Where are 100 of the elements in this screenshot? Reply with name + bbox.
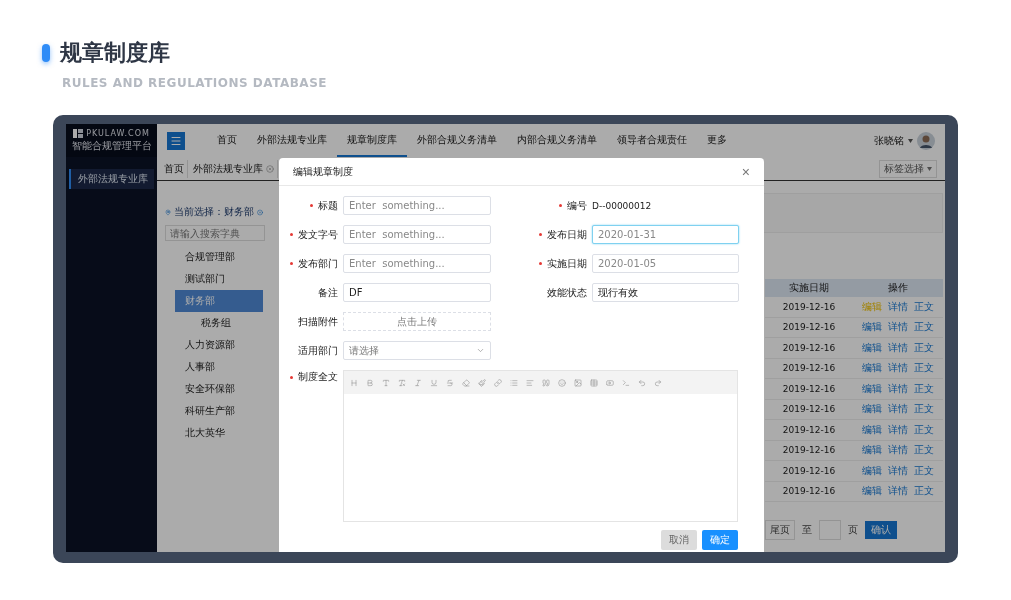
- clear-format-icon[interactable]: [398, 378, 406, 387]
- action-link[interactable]: 详情: [888, 340, 908, 355]
- ok-button[interactable]: 确定: [702, 530, 738, 550]
- action-link[interactable]: 编辑: [862, 422, 882, 437]
- action-link[interactable]: 正文: [914, 299, 934, 314]
- action-link[interactable]: 详情: [888, 361, 908, 376]
- list-icon[interactable]: [510, 378, 518, 387]
- input-field[interactable]: 2020-01-05: [592, 254, 739, 273]
- action-link[interactable]: 详情: [888, 443, 908, 458]
- input-field[interactable]: Enter something...: [343, 196, 491, 215]
- nav-tab[interactable]: 外部法规专业库: [247, 124, 337, 157]
- nav-tab[interactable]: 首页: [207, 124, 247, 157]
- close-button[interactable]: ×: [741, 163, 750, 180]
- action-link[interactable]: 详情: [888, 422, 908, 437]
- page-tab[interactable]: 首页: [161, 159, 188, 178]
- underline-icon[interactable]: [430, 378, 438, 387]
- action-link[interactable]: 详情: [888, 484, 908, 499]
- action-link[interactable]: 编辑: [862, 402, 882, 417]
- tree-item[interactable]: 财务部: [175, 290, 263, 312]
- pager-label: 页: [848, 523, 858, 537]
- field-label: 发文字号: [279, 227, 338, 242]
- action-link[interactable]: 正文: [914, 402, 934, 417]
- action-link[interactable]: 编辑: [862, 484, 882, 499]
- close-icon[interactable]: [266, 164, 274, 173]
- action-link[interactable]: 正文: [914, 484, 934, 499]
- column-header: 实施日期: [789, 281, 829, 295]
- action-link[interactable]: 编辑: [862, 381, 882, 396]
- image-icon[interactable]: [574, 378, 582, 387]
- emoji-icon[interactable]: [558, 378, 566, 387]
- input-field[interactable]: Enter something...: [343, 225, 491, 244]
- action-link[interactable]: 编辑: [862, 320, 882, 335]
- tree-item[interactable]: 人事部: [175, 356, 263, 378]
- action-link[interactable]: 正文: [914, 443, 934, 458]
- align-icon[interactable]: [526, 378, 534, 387]
- rich-text-editor[interactable]: [343, 370, 738, 522]
- eraser-icon[interactable]: [462, 378, 470, 387]
- action-link[interactable]: 正文: [914, 463, 934, 478]
- tree-item[interactable]: 安全环保部: [175, 378, 263, 400]
- page-title: 规章制度库: [60, 39, 170, 67]
- avatar[interactable]: [917, 131, 935, 150]
- text-size-icon[interactable]: [382, 378, 390, 387]
- heading-icon[interactable]: [350, 378, 358, 387]
- table-icon[interactable]: [590, 378, 598, 387]
- tree-item[interactable]: 科研生产部: [175, 400, 263, 422]
- action-link[interactable]: 详情: [888, 299, 908, 314]
- user-menu[interactable]: 张晓铭: [874, 133, 904, 148]
- search-field[interactable]: 请输入搜索字典: [165, 225, 265, 241]
- clear-icon[interactable]: [257, 207, 263, 217]
- brush-icon[interactable]: [478, 378, 486, 387]
- tag-select[interactable]: 标签选择: [879, 159, 937, 178]
- page-tab[interactable]: 外部法规专业库: [190, 159, 278, 178]
- table-cell: 2019-12-16: [782, 486, 836, 497]
- menu-icon: [170, 134, 182, 147]
- nav-tab[interactable]: 外部合规义务清单: [407, 124, 507, 157]
- link-icon[interactable]: [494, 378, 502, 387]
- action-link[interactable]: 编辑: [862, 361, 882, 376]
- action-link[interactable]: 详情: [888, 463, 908, 478]
- action-link[interactable]: 详情: [888, 402, 908, 417]
- nav-tab[interactable]: 更多: [697, 124, 737, 157]
- tree-item[interactable]: 人力资源部: [175, 334, 263, 356]
- action-link[interactable]: 正文: [914, 422, 934, 437]
- action-link[interactable]: 正文: [914, 361, 934, 376]
- current-selection: 当前选择：财务部: [174, 205, 254, 219]
- pager-label: 至: [802, 523, 812, 537]
- undo-icon[interactable]: [638, 378, 646, 387]
- field-label: 效能状态: [546, 285, 587, 300]
- modal-title: 编辑规章制度: [293, 164, 353, 179]
- quote-icon[interactable]: [542, 378, 550, 387]
- tree-item[interactable]: 测试部门: [175, 268, 263, 290]
- redo-icon[interactable]: [654, 378, 662, 387]
- menu-button[interactable]: [167, 131, 185, 150]
- table-cell: 2019-12-16: [782, 445, 836, 456]
- sidebar-item[interactable]: 外部法规专业库: [69, 169, 154, 189]
- action-link[interactable]: 编辑: [862, 463, 882, 478]
- last-page-button[interactable]: 尾页: [765, 520, 795, 540]
- video-icon[interactable]: [606, 378, 614, 387]
- tree-item[interactable]: 税务组: [175, 312, 263, 334]
- italic-icon[interactable]: [414, 378, 422, 387]
- tree-item[interactable]: 合规管理部: [175, 246, 263, 268]
- input-field[interactable]: Enter something...: [343, 254, 491, 273]
- action-link[interactable]: 正文: [914, 381, 934, 396]
- input-field[interactable]: DF: [343, 283, 491, 302]
- upload-button[interactable]: 点击上传: [343, 312, 491, 331]
- strikethrough-icon[interactable]: [446, 378, 454, 387]
- code-icon[interactable]: [622, 378, 630, 387]
- accent-marker: [42, 44, 50, 62]
- nav-tab[interactable]: 领导者合规责任: [607, 124, 697, 157]
- bold-icon[interactable]: [366, 378, 374, 387]
- input-field[interactable]: 现行有效: [592, 283, 739, 302]
- action-link[interactable]: 正文: [914, 320, 934, 335]
- confirm-button[interactable]: 确认: [865, 521, 897, 539]
- action-link[interactable]: 编辑: [862, 443, 882, 458]
- action-link[interactable]: 详情: [888, 320, 908, 335]
- input-field[interactable]: 2020-01-31: [592, 225, 739, 244]
- select-field[interactable]: 请选择: [343, 341, 491, 360]
- tree-item[interactable]: 北大英华: [175, 422, 263, 444]
- action-link[interactable]: 详情: [888, 381, 908, 396]
- action-link[interactable]: 编辑: [862, 340, 882, 355]
- action-link[interactable]: 正文: [914, 340, 934, 355]
- nav-tab[interactable]: 内部合规义务清单: [507, 124, 607, 157]
